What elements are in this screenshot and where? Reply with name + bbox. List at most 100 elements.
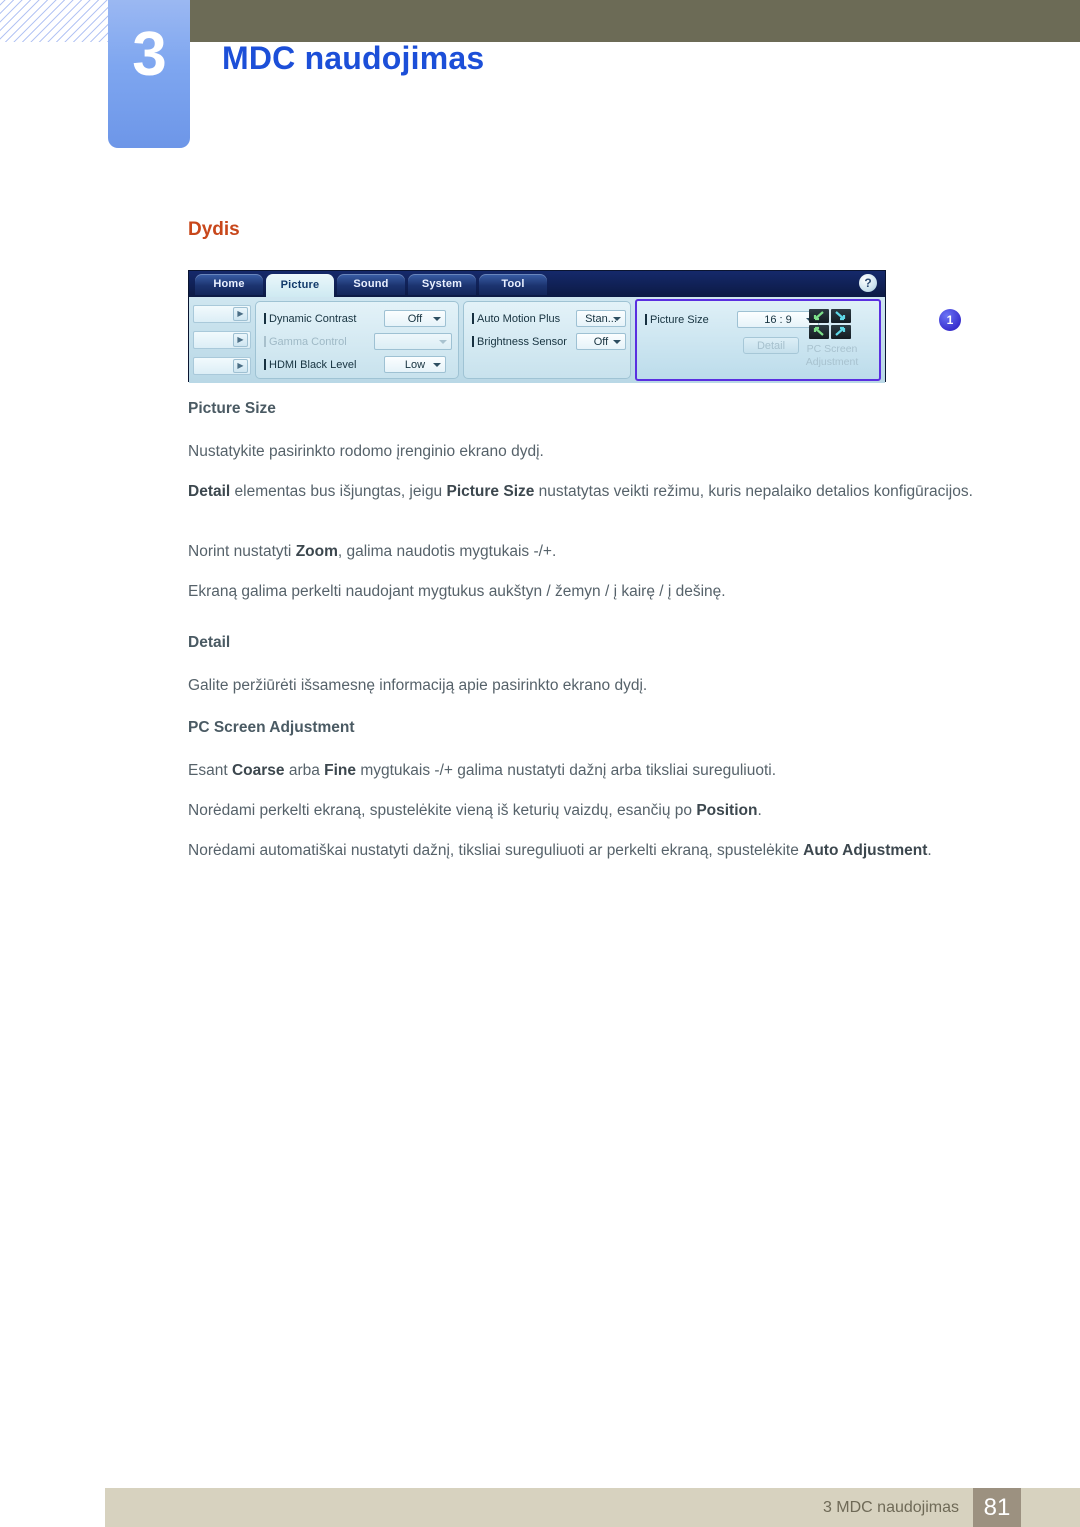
p6-bold-fine: Fine xyxy=(324,762,357,779)
callout-badge-1: 1 xyxy=(939,309,961,331)
rail-row: ▶ xyxy=(193,331,251,349)
heading-detail: Detail xyxy=(188,634,231,651)
picture-settings-group-left: Dynamic Contrast Off Gamma Control HDMI … xyxy=(255,301,459,379)
chevron-down-icon xyxy=(613,316,621,321)
p4-text: Ekraną galima perkelti naudojant mygtuku… xyxy=(188,583,726,600)
rail-row: ▶ xyxy=(193,305,251,323)
dropdown-value: 16 : 9 xyxy=(764,313,792,326)
arrow-cell-top-left xyxy=(809,309,829,323)
p2-text-d: nustatytas veikti režimu, kuris nepalaik… xyxy=(534,483,973,500)
corner-hatch-decoration xyxy=(0,0,108,42)
dropdown-auto-motion-plus[interactable]: Stan... xyxy=(576,310,626,327)
chapter-number: 3 xyxy=(132,20,166,89)
p3-text-c: , galima naudotis mygtukais -/+. xyxy=(337,543,557,560)
paragraph-detail-desc: Galite peržiūrėti išsamesnę informaciją … xyxy=(188,666,978,706)
p6-bold-coarse: Coarse xyxy=(231,762,285,779)
dropdown-hdmi-black-level[interactable]: Low xyxy=(384,356,446,373)
p7-text-a: Norėdami perkelti ekraną, spustelėkite v… xyxy=(188,802,697,819)
p3-bold-zoom: Zoom xyxy=(295,543,338,560)
row-brightness-sensor: Brightness Sensor xyxy=(472,333,567,350)
p1-text: Nustatykite pasirinkto rodomo įrenginio … xyxy=(188,443,544,460)
pc-screen-adjustment-label: PC Screen Adjustment xyxy=(789,343,875,369)
chevron-right-icon[interactable]: ▶ xyxy=(233,359,248,373)
four-direction-arrows-icon[interactable] xyxy=(809,309,851,339)
dropdown-brightness-sensor[interactable]: Off xyxy=(576,333,626,350)
heading-pc-screen-adjustment: PC Screen Adjustment xyxy=(188,719,355,736)
tab-sound[interactable]: Sound xyxy=(337,274,405,295)
rail-row: ▶ xyxy=(193,357,251,375)
paragraph-detail-disabled: Detail elementas bus išjungtas, jeigu Pi… xyxy=(188,472,978,512)
picture-settings-group-middle: Auto Motion Plus Stan... Brightness Sens… xyxy=(463,301,631,379)
paragraph-auto-adjustment: Norėdami automatiškai nustatyti dažnį, t… xyxy=(188,831,978,871)
p2-bold-picture-size: Picture Size xyxy=(446,483,535,500)
dropdown-picture-size[interactable]: 16 : 9 xyxy=(737,311,819,328)
label-gamma-control: Gamma Control xyxy=(269,335,347,348)
help-icon[interactable]: ? xyxy=(859,274,877,292)
p8-bold-auto-adjustment: Auto Adjustment xyxy=(803,842,928,859)
tab-tool[interactable]: Tool xyxy=(479,274,547,295)
p6-text-c: arba xyxy=(284,762,325,779)
label-auto-motion-plus: Auto Motion Plus xyxy=(477,312,561,325)
row-bullet-icon xyxy=(264,336,266,347)
chevron-down-icon xyxy=(433,362,441,367)
p7-text-c: . xyxy=(757,802,762,819)
chevron-right-icon[interactable]: ▶ xyxy=(233,333,248,347)
row-bullet-icon xyxy=(472,336,474,347)
chevron-down-icon xyxy=(439,339,447,344)
mdc-body: ▶ ▶ ▶ Dynamic Contrast Off Gamma Control xyxy=(189,297,961,383)
row-gamma-control: Gamma Control xyxy=(264,333,347,350)
p6-text-a: Esant xyxy=(188,762,232,779)
p3-text-a: Norint nustatyti xyxy=(188,543,296,560)
dropdown-value: Off xyxy=(407,312,423,325)
mdc-left-rail: ▶ ▶ ▶ xyxy=(193,301,251,379)
paragraph-picture-size-desc: Nustatykite pasirinkto rodomo įrenginio … xyxy=(188,432,978,472)
p2-bold-detail: Detail xyxy=(188,483,231,500)
row-bullet-icon xyxy=(645,314,647,325)
mdc-screenshot-figure: Home Picture Sound System Tool ? ▶ ▶ ▶ D… xyxy=(188,270,961,383)
arrow-cell-bottom-right xyxy=(831,325,851,339)
paragraph-position: Norėdami perkelti ekraną, spustelėkite v… xyxy=(188,791,978,831)
paragraph-zoom: Norint nustatyti Zoom, galima naudotis m… xyxy=(188,532,978,572)
chevron-right-icon[interactable]: ▶ xyxy=(233,307,248,321)
tab-home[interactable]: Home xyxy=(195,274,263,295)
p8-text-c: . xyxy=(927,842,932,859)
tab-system[interactable]: System xyxy=(408,274,476,295)
header-olive-bar xyxy=(190,0,1080,42)
label-brightness-sensor: Brightness Sensor xyxy=(477,335,567,348)
pcsa-line-2: Adjustment xyxy=(805,356,859,368)
p2-text-b: elementas bus išjungtas, jeigu xyxy=(230,483,447,500)
page-title: MDC naudojimas xyxy=(222,40,485,76)
p6-text-e: mygtukais -/+ galima nustatyti dažnį arb… xyxy=(356,762,777,779)
row-bullet-icon xyxy=(264,359,266,370)
row-bullet-icon xyxy=(264,313,266,324)
label-picture-size: Picture Size xyxy=(650,313,709,326)
dropdown-value: Low xyxy=(404,358,426,371)
dropdown-gamma-control xyxy=(374,333,452,350)
dropdown-dynamic-contrast[interactable]: Off xyxy=(384,310,446,327)
p5-text: Galite peržiūrėti išsamesnę informaciją … xyxy=(188,677,648,694)
row-auto-motion-plus: Auto Motion Plus xyxy=(472,310,560,327)
mdc-tab-bar: Home Picture Sound System Tool xyxy=(195,274,547,297)
pcsa-line-1: PC Screen xyxy=(806,343,858,355)
p7-bold-position: Position xyxy=(696,802,758,819)
label-hdmi-black-level: HDMI Black Level xyxy=(269,358,357,371)
mdc-titlebar: Home Picture Sound System Tool ? xyxy=(189,271,885,297)
row-hdmi-black-level: HDMI Black Level xyxy=(264,356,356,373)
paragraph-coarse-fine: Esant Coarse arba Fine mygtukais -/+ gal… xyxy=(188,751,978,791)
heading-picture-size: Picture Size xyxy=(188,400,276,417)
label-dynamic-contrast: Dynamic Contrast xyxy=(269,312,357,325)
row-picture-size: Picture Size xyxy=(645,311,709,328)
footer-text: 3 MDC naudojimas xyxy=(822,1499,959,1516)
p8-text-a: Norėdami automatiškai nustatyti dažnį, t… xyxy=(188,842,804,859)
arrow-cell-top-right xyxy=(831,309,851,323)
section-heading: Dydis xyxy=(188,219,240,240)
arrow-cell-bottom-left xyxy=(809,325,829,339)
picture-size-group-highlighted: 1 Picture Size 16 : 9 Detail PC Screen A… xyxy=(635,299,961,381)
chevron-down-icon xyxy=(613,339,621,344)
chevron-down-icon xyxy=(433,316,441,321)
dropdown-value: Off xyxy=(593,335,609,348)
tab-picture[interactable]: Picture xyxy=(266,274,334,297)
row-dynamic-contrast: Dynamic Contrast xyxy=(264,310,356,327)
page-number: 81 xyxy=(973,1488,1021,1527)
paragraph-move-screen: Ekraną galima perkelti naudojant mygtuku… xyxy=(188,572,978,612)
